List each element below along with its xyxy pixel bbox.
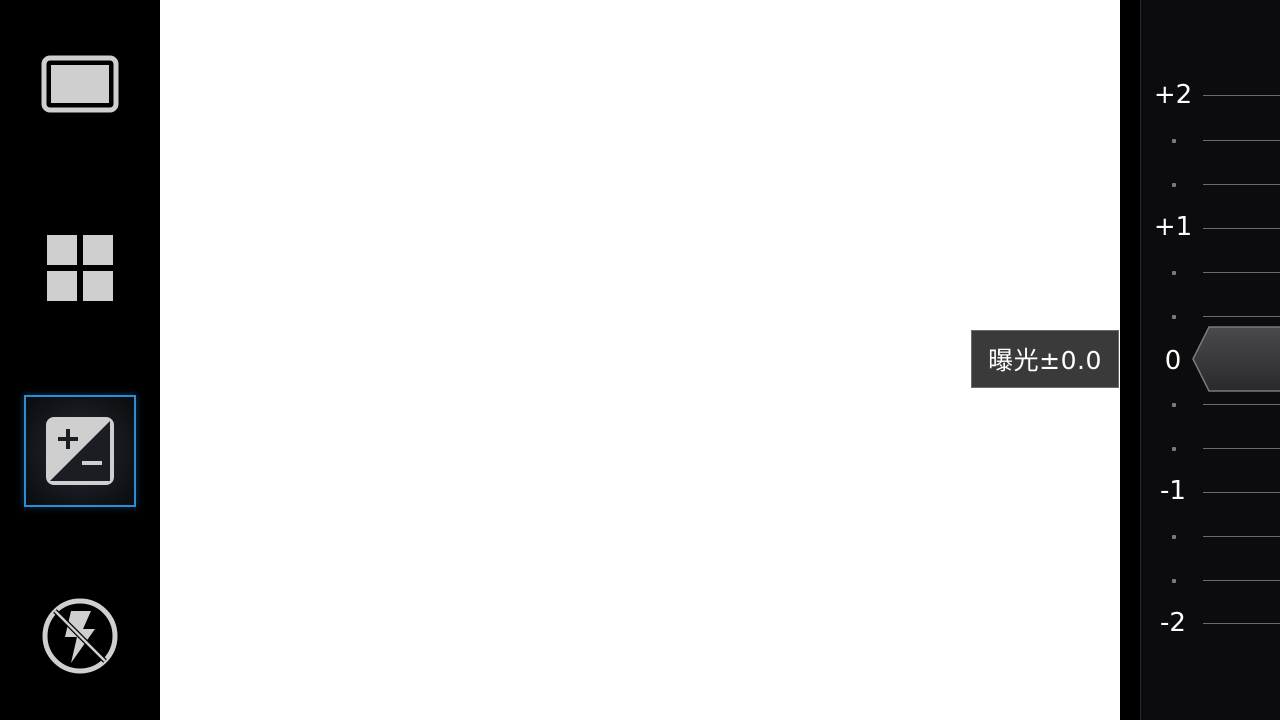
- tick-line: [1203, 228, 1280, 229]
- picture-size-button[interactable]: [24, 28, 136, 140]
- tick-line: [1203, 95, 1280, 96]
- tick-dot: [1172, 315, 1176, 319]
- frame-icon: [41, 55, 119, 113]
- tick-line: [1203, 492, 1280, 493]
- exposure-compensation-icon: [46, 417, 114, 485]
- tick-dot: [1172, 447, 1176, 451]
- panel-divider: [1120, 0, 1140, 720]
- scene-mode-button[interactable]: [24, 212, 136, 324]
- tick-line: [1203, 536, 1280, 537]
- tick-line: [1203, 272, 1280, 273]
- tick-line: [1203, 316, 1280, 317]
- tick-line: [1203, 623, 1280, 624]
- tick-dot: [1172, 183, 1176, 187]
- tick-label-plus-1: +1: [1153, 212, 1193, 242]
- tick-line: [1203, 580, 1280, 581]
- exposure-value-label: 曝光±0.0: [971, 330, 1119, 388]
- tick-dot: [1172, 271, 1176, 275]
- flash-off-icon: [42, 598, 118, 674]
- exposure-slider[interactable]: +2 +1 0 -1 -2: [1140, 0, 1280, 720]
- tick-label-plus-2: +2: [1153, 80, 1193, 110]
- tick-line: [1203, 140, 1280, 141]
- mode-sidebar: [0, 0, 160, 720]
- tick-dot: [1172, 403, 1176, 407]
- exposure-button[interactable]: [24, 395, 136, 507]
- tick-line: [1203, 448, 1280, 449]
- tick-line: [1203, 184, 1280, 185]
- tick-dot: [1172, 535, 1176, 539]
- flash-button[interactable]: [24, 580, 136, 692]
- tick-label-minus-2: -2: [1160, 608, 1186, 638]
- slider-handle[interactable]: [1189, 325, 1280, 393]
- tick-dot: [1172, 139, 1176, 143]
- tick-line: [1203, 404, 1280, 405]
- tick-dot: [1172, 579, 1176, 583]
- tick-label-minus-1: -1: [1160, 476, 1186, 506]
- grid-icon: [47, 235, 113, 301]
